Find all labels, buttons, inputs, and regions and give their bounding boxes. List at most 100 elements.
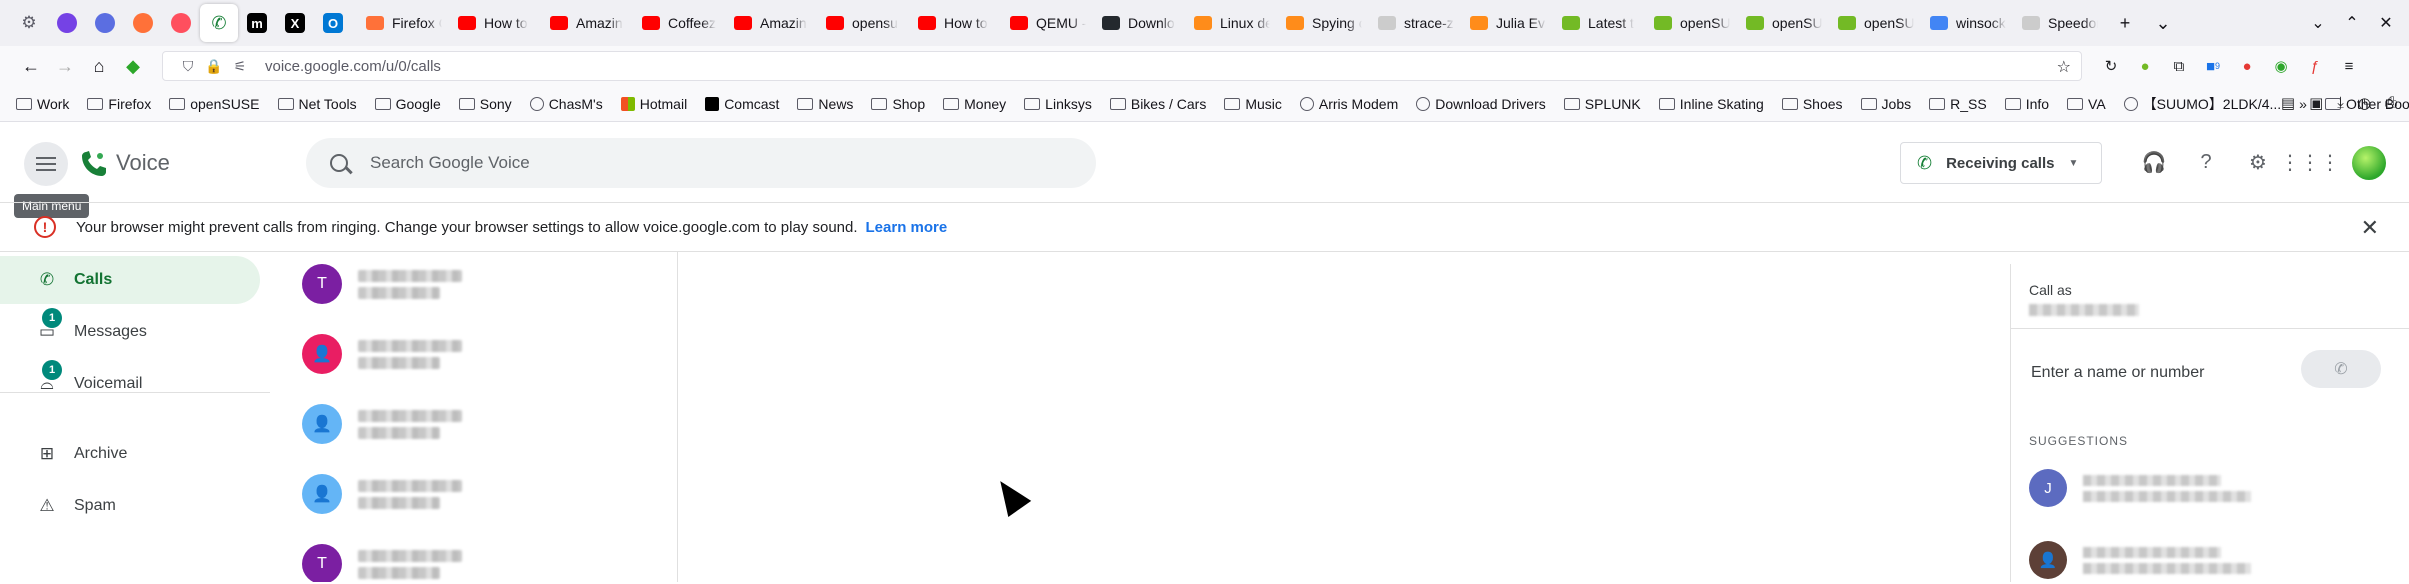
bookmark-item[interactable]: Bikes / Cars <box>1109 94 1206 114</box>
home-icon[interactable]: ⌂ <box>82 49 116 83</box>
tab-list-chevron-icon[interactable]: ⌄ <box>2144 4 2182 42</box>
bookmark-item[interactable]: Sony <box>458 94 512 114</box>
bookmark-item[interactable]: R_SS <box>1929 94 1987 114</box>
extension-circle-icon[interactable]: ◉ <box>2266 51 2296 81</box>
browser-tab[interactable]: How to <box>910 6 1002 40</box>
browser-tab[interactable]: Latest t <box>1554 6 1646 40</box>
learn-more-link[interactable]: Learn more <box>866 219 948 236</box>
bookmark-item[interactable]: Arris Modem <box>1299 94 1398 114</box>
conversation-item[interactable]: 👤 <box>302 394 662 454</box>
settings-icon[interactable]: ⚙ <box>10 4 48 42</box>
bookmark-item[interactable]: Comcast <box>705 94 779 114</box>
browser-tab[interactable]: openSU <box>1830 6 1922 40</box>
browser-tab[interactable]: Firefox C <box>358 6 450 40</box>
help-icon[interactable]: ? <box>2186 142 2226 182</box>
apps-grid-icon[interactable]: ⋮⋮⋮ <box>2280 142 2340 182</box>
bookmark-star-icon[interactable]: ☆ <box>2057 57 2071 77</box>
sidebar-icon[interactable]: ▤ <box>2281 94 2295 112</box>
bookmark-item[interactable]: SPLUNK <box>1563 94 1641 114</box>
browser-tab[interactable]: Amazin <box>542 6 634 40</box>
bookmark-item[interactable]: Music <box>1224 94 1282 114</box>
adblock-icon[interactable]: ● <box>2232 51 2262 81</box>
history-icon[interactable]: ◷ <box>2358 94 2371 112</box>
bookmark-item[interactable]: News <box>797 94 853 114</box>
downloads-icon[interactable]: ⤓ <box>2337 94 2344 112</box>
firefox-tab-icon[interactable] <box>124 4 162 42</box>
bookmark-item[interactable]: Shoes <box>1781 94 1843 114</box>
close-icon[interactable]: ✕ <box>2361 215 2379 241</box>
google-voice-tab-icon[interactable]: ✆ <box>200 4 238 42</box>
browser-tab[interactable]: Linux de <box>1186 6 1278 40</box>
browser-tab[interactable]: opensu <box>818 6 910 40</box>
dial-input[interactable]: Enter a name or number <box>2031 364 2204 382</box>
conversation-item[interactable]: T <box>302 534 662 582</box>
suggestion-item[interactable]: 👤 <box>2029 536 2389 584</box>
sidebar-item-calls[interactable]: ✆ Calls <box>0 256 260 304</box>
browser-tab[interactable]: winsock <box>1922 6 2014 40</box>
bookmark-item[interactable]: Inline Skating <box>1658 94 1764 114</box>
bookmark-item[interactable]: Firefox <box>87 94 151 114</box>
lock-icon[interactable]: 🔒 <box>201 58 227 75</box>
extensions-puzzle-icon[interactable]: ⧉ <box>2164 51 2194 81</box>
extension-badge-icon[interactable]: ■ 9 <box>2198 51 2228 81</box>
window-list-chevron-icon[interactable]: ⌄ <box>2303 6 2333 40</box>
receiving-calls-button[interactable]: ✆ Receiving calls ▼ <box>1900 142 2102 184</box>
sidebar-item-archive[interactable]: ⊞ Archive <box>10 430 270 478</box>
bookmark-item[interactable]: Jobs <box>1860 94 1911 114</box>
browser-tab[interactable]: strace-zine <box>1370 6 1462 40</box>
bookmark-item[interactable]: Shop <box>871 94 925 114</box>
extension-green-icon[interactable]: ● <box>2130 51 2160 81</box>
close-window-icon[interactable]: ✕ <box>2371 6 2401 40</box>
browser-tab[interactable]: Speedomet <box>2014 6 2106 40</box>
screenshot-icon[interactable]: ⎙ <box>2385 94 2397 112</box>
bookmark-item[interactable]: ChasM's <box>529 94 603 114</box>
browser-tab[interactable]: Amazin <box>726 6 818 40</box>
firefox-tab-icon[interactable] <box>162 4 200 42</box>
conversation-item[interactable]: 👤 <box>302 464 662 524</box>
reader-icon[interactable]: ▣ <box>2309 94 2323 112</box>
firefox-tab-icon[interactable] <box>86 4 124 42</box>
address-bar[interactable]: ⛉ 🔒 ⚟ voice.google.com/u/0/calls ☆ <box>162 51 2082 81</box>
browser-tab[interactable]: Downlo <box>1094 6 1186 40</box>
bookmark-item[interactable]: Linksys <box>1024 94 1092 114</box>
firefox-tab-icon[interactable] <box>48 4 86 42</box>
call-button[interactable]: ✆ <box>2301 350 2381 388</box>
bookmark-item[interactable]: Work <box>16 94 69 114</box>
x-tab-icon[interactable]: X <box>276 4 314 42</box>
extension-icon[interactable]: ◆ <box>116 49 150 83</box>
bookmark-item[interactable]: openSUSE <box>169 94 260 114</box>
sidebar-item-messages[interactable]: ▭ 1 Messages <box>10 308 270 356</box>
conversation-item[interactable]: T <box>302 254 662 314</box>
bookmark-item[interactable]: Money <box>943 94 1006 114</box>
settings-gear-icon[interactable]: ⚙ <box>2238 142 2278 182</box>
medium-tab-icon[interactable]: m <box>238 4 276 42</box>
account-avatar[interactable] <box>2352 146 2386 180</box>
shield-icon[interactable]: ⛉ <box>175 58 201 75</box>
search-input[interactable]: Search Google Voice <box>370 153 530 173</box>
bookmark-item[interactable]: Google <box>374 94 441 114</box>
back-arrow-icon[interactable]: ← <box>14 49 48 83</box>
bookmark-item[interactable]: 【SUUMO】2LDK/4... <box>2123 94 2281 114</box>
bookmark-item[interactable]: VA <box>2067 94 2106 114</box>
search-box[interactable]: Search Google Voice <box>306 138 1096 188</box>
browser-tab[interactable]: openSU <box>1646 6 1738 40</box>
call-as-number[interactable] <box>2029 304 2139 316</box>
browser-tab[interactable]: Coffeez <box>634 6 726 40</box>
permissions-icon[interactable]: ⚟ <box>227 58 253 75</box>
sidebar-item-spam[interactable]: ⚠ Spam <box>10 482 270 530</box>
suggestion-item[interactable]: J <box>2029 464 2389 512</box>
reload-icon[interactable]: ↻ <box>2096 51 2126 81</box>
new-tab-icon[interactable]: + <box>2106 4 2144 42</box>
browser-tab[interactable]: Spying c <box>1278 6 1370 40</box>
forward-arrow-icon[interactable]: → <box>48 49 82 83</box>
conversation-item[interactable]: 👤 <box>302 324 662 384</box>
browser-tab[interactable]: How to <box>450 6 542 40</box>
browser-tab[interactable]: QEMU - <box>1002 6 1094 40</box>
main-menu-button[interactable] <box>24 142 68 186</box>
flash-icon[interactable]: ƒ <box>2300 51 2330 81</box>
headset-icon[interactable]: 🎧 <box>2134 142 2174 182</box>
restore-window-icon[interactable]: ⌃ <box>2337 6 2367 40</box>
bookmark-item[interactable]: Net Tools <box>277 94 357 114</box>
outlook-tab-icon[interactable]: O <box>314 4 352 42</box>
bookmark-item[interactable]: Info <box>2004 94 2049 114</box>
